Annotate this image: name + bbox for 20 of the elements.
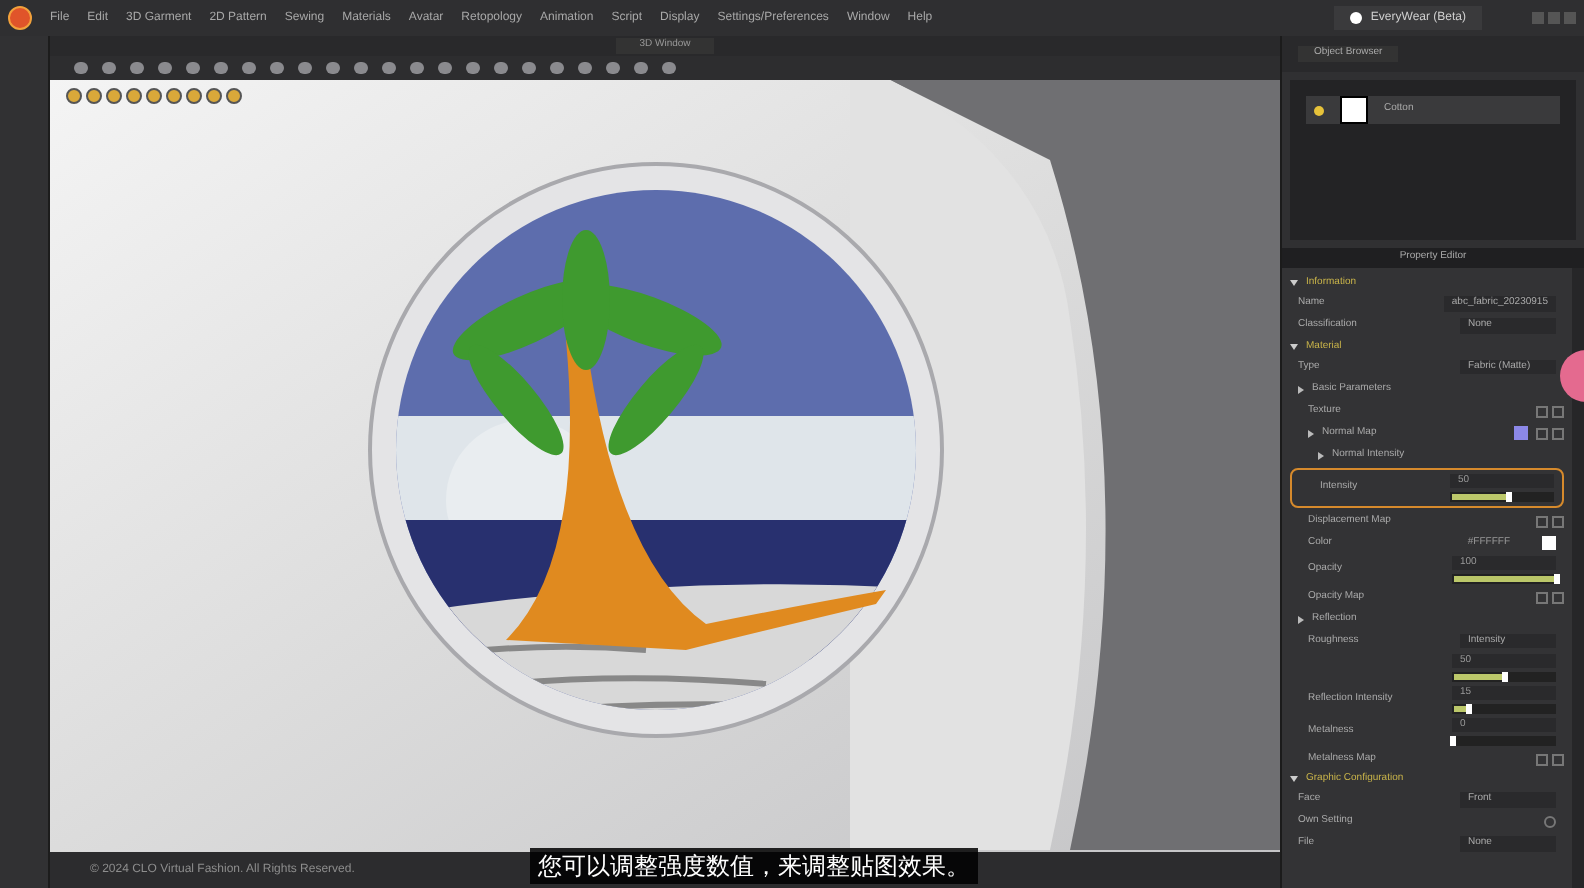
- expand-arrow-icon[interactable]: [1298, 615, 1304, 623]
- slider-thumb[interactable]: [1502, 672, 1508, 682]
- expand-arrow-icon[interactable]: [1290, 776, 1298, 783]
- slider-track[interactable]: [1452, 704, 1556, 714]
- subtitle-caption: 您可以调整强度数值，来调整贴图效果。: [538, 850, 970, 884]
- slider-thumb[interactable]: [1450, 736, 1456, 746]
- toggle-icon[interactable]: [1544, 816, 1556, 828]
- expand-arrow-icon[interactable]: [1290, 280, 1298, 287]
- slider-track[interactable]: [1452, 736, 1556, 746]
- fabric-swatch: [1340, 96, 1368, 124]
- expand-arrow-icon[interactable]: [1308, 429, 1314, 437]
- slider-thumb[interactable]: [1465, 704, 1472, 714]
- slider-track[interactable]: [1450, 492, 1554, 502]
- slider-thumb[interactable]: [1554, 574, 1560, 584]
- slider-thumb[interactable]: [1505, 492, 1512, 502]
- expand-arrow-icon[interactable]: [1298, 385, 1304, 393]
- color-swatch[interactable]: [1542, 536, 1556, 550]
- slider-track[interactable]: [1452, 672, 1556, 682]
- expand-arrow-icon[interactable]: [1318, 451, 1324, 459]
- expand-arrow-icon[interactable]: [1290, 343, 1298, 350]
